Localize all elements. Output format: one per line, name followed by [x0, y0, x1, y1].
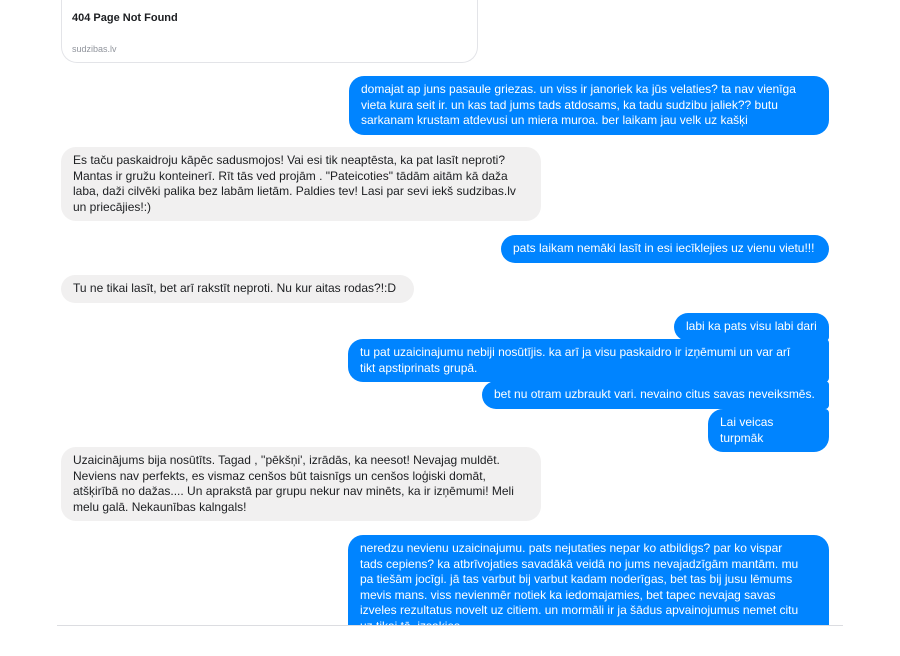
message-bubble-outgoing[interactable]: domajat ap juns pasaule griezas. un viss… — [349, 76, 829, 135]
message-bubble-outgoing[interactable]: pats laikam nemāki lasīt in esi iecīklej… — [501, 235, 829, 263]
message-bubble-outgoing[interactable]: tu pat uzaicinajumu nebiji nosūtījis. ka… — [348, 339, 829, 382]
message-bubble-outgoing[interactable]: labi ka pats visu labi dari — [674, 313, 829, 341]
conversation-thread: 404 Page Not Found sudzibas.lv domajat a… — [0, 0, 900, 626]
message-bubble-outgoing[interactable]: bet nu otram uzbraukt vari. nevaino citu… — [482, 381, 829, 409]
message-bubble-outgoing[interactable]: neredzu nevienu uzaicinajumu. pats nejut… — [348, 535, 829, 626]
message-bubble-outgoing[interactable]: Lai veicas turpmāk — [708, 409, 829, 452]
message-bubble-incoming[interactable]: Tu ne tikai lasīt, bet arī rakstīt nepro… — [61, 275, 414, 303]
link-preview-domain: sudzibas.lv — [72, 44, 117, 54]
message-bubble-incoming[interactable]: Uzaicinājums bija nosūtīts. Tagad , ''pē… — [61, 447, 541, 521]
link-preview-title: 404 Page Not Found — [72, 12, 178, 24]
link-preview-card[interactable]: 404 Page Not Found sudzibas.lv — [61, 0, 478, 63]
message-bubble-incoming[interactable]: Es taču paskaidroju kāpēc sadusmojos! Va… — [61, 147, 541, 221]
composer-divider — [57, 625, 843, 626]
